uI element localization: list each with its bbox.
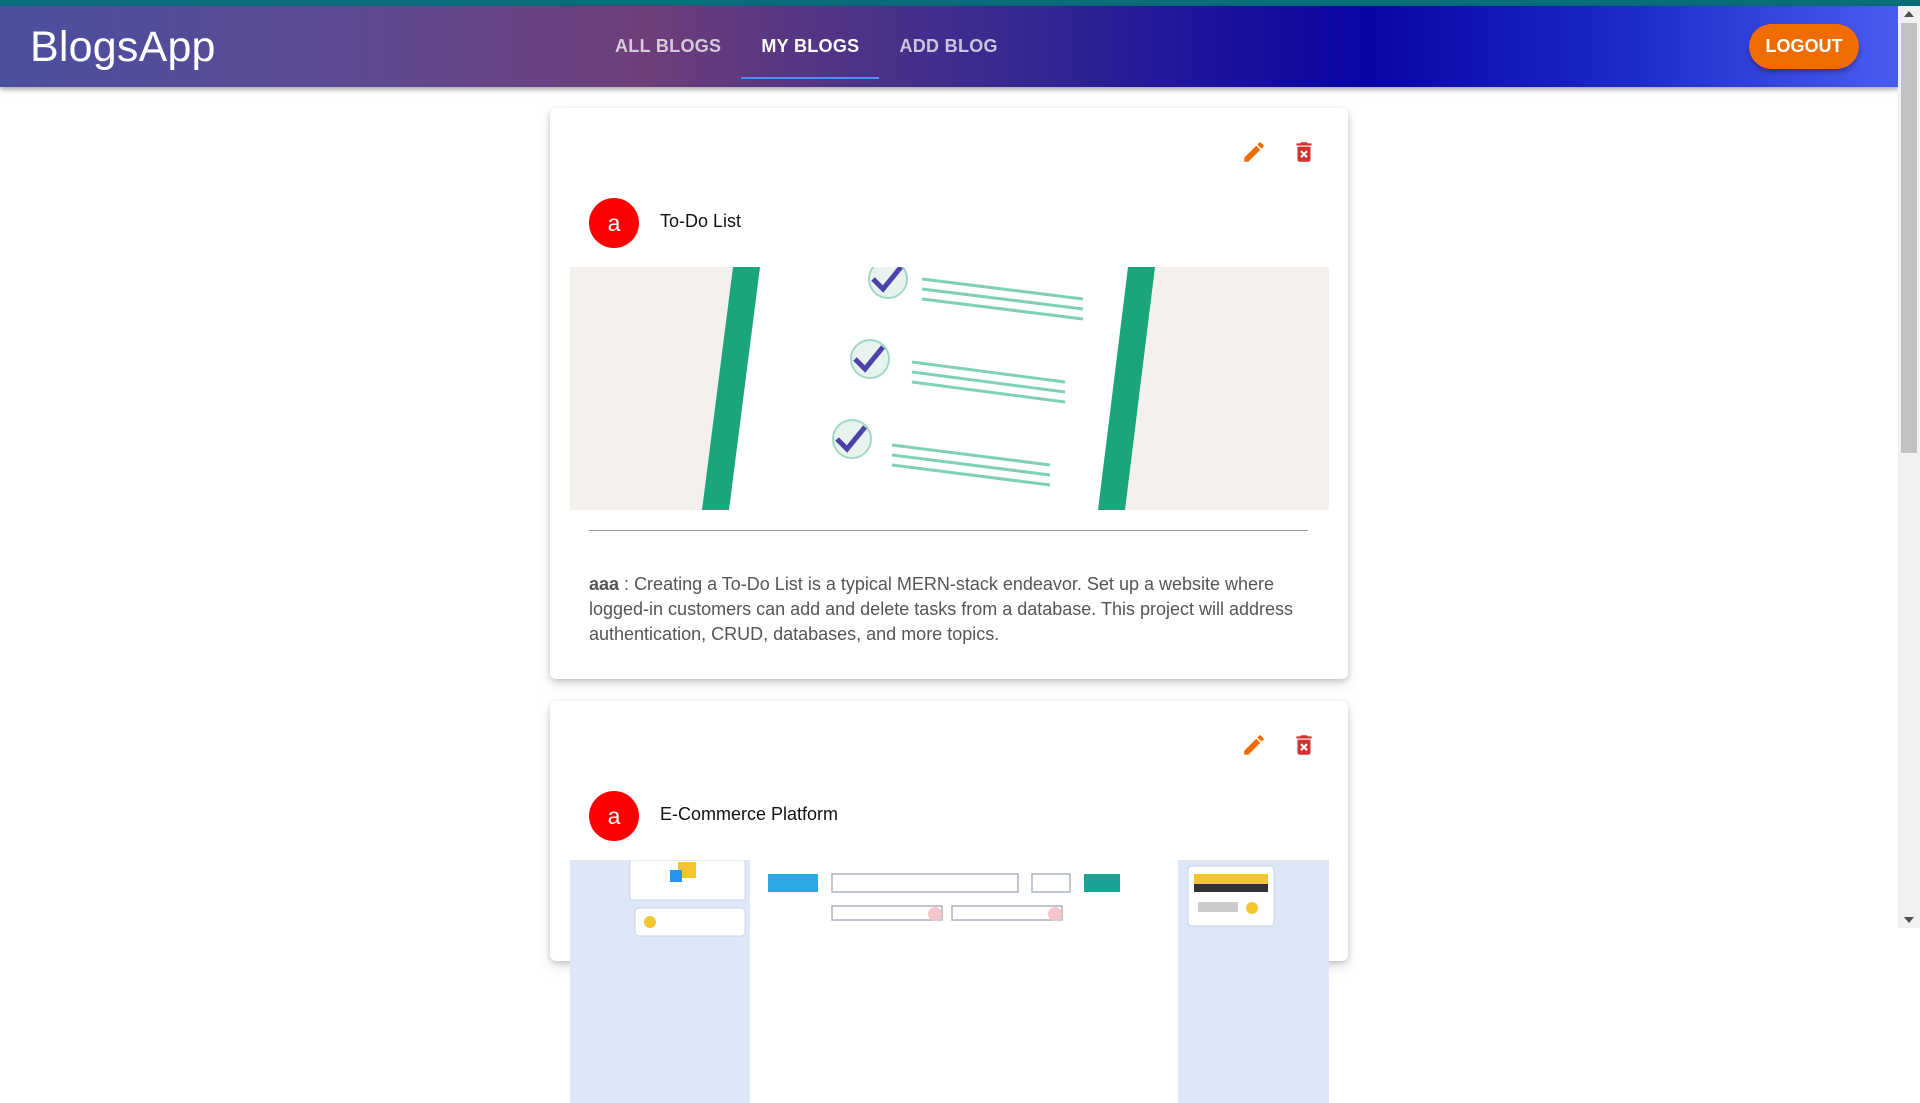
tab-add-blog[interactable]: ADD BLOG <box>879 6 1017 87</box>
scroll-thumb[interactable] <box>1901 23 1917 453</box>
ecommerce-wireframe-image <box>570 860 1329 1103</box>
avatar: a <box>589 198 639 248</box>
tab-my-blogs[interactable]: MY BLOGS <box>741 6 880 87</box>
nav-tabs: ALL BLOGS MY BLOGS ADD BLOG <box>595 6 1018 87</box>
todo-checklist-image <box>570 267 1329 510</box>
app-bar: BlogsApp ALL BLOGS MY BLOGS ADD BLOG LOG… <box>0 6 1898 87</box>
description-text: Creating a To-Do List is a typical MERN-… <box>589 574 1294 644</box>
blog-card: a To-Do List aaa: Creating a To-Do List… <box>550 108 1348 679</box>
blog-card: a E-Commerce Platform <box>550 701 1348 1103</box>
edit-button[interactable] <box>1236 134 1272 170</box>
author-separator: : <box>619 574 635 594</box>
logout-button[interactable]: LOGOUT <box>1749 24 1859 69</box>
delete-button[interactable] <box>1286 134 1322 170</box>
edit-button[interactable] <box>1236 727 1272 763</box>
scroll-up-arrow-icon[interactable] <box>1904 11 1914 17</box>
pencil-icon <box>1244 142 1264 162</box>
blog-title: E-Commerce Platform <box>660 804 839 824</box>
delete-forever-icon <box>1296 735 1312 755</box>
brand-logo[interactable]: BlogsApp <box>30 23 216 72</box>
tab-all-blogs[interactable]: ALL BLOGS <box>595 6 741 87</box>
scroll-down-arrow-icon[interactable] <box>1904 917 1914 923</box>
pencil-icon <box>1244 735 1264 755</box>
delete-button[interactable] <box>1286 727 1322 763</box>
author-name: aaa <box>589 574 620 594</box>
avatar: a <box>589 791 639 841</box>
blog-title: To-Do List <box>660 211 742 231</box>
blog-description: aaa : Creating a To-Do List is a typical… <box>589 572 1309 647</box>
divider <box>589 530 1308 531</box>
page-scrollbar[interactable] <box>1898 6 1920 928</box>
delete-forever-icon <box>1296 142 1312 162</box>
